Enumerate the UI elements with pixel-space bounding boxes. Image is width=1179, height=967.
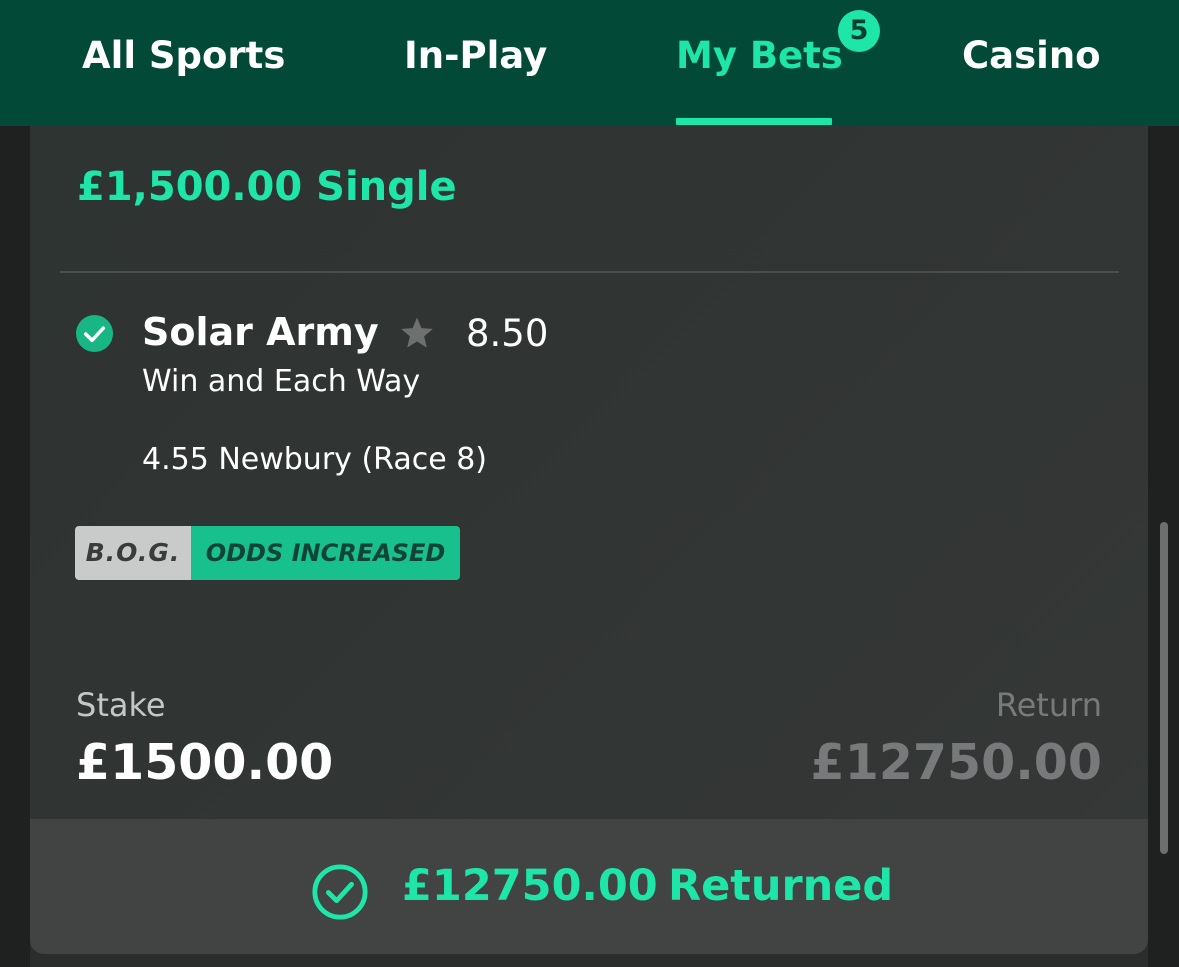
returned-amount: £12750.00	[402, 861, 658, 911]
odds-increased-label: ODDS INCREASED	[191, 526, 460, 580]
star-icon[interactable]	[398, 314, 436, 352]
event-name: 4.55 Newbury (Race 8)	[142, 442, 487, 477]
market-type: Win and Each Way	[142, 364, 421, 399]
divider	[60, 271, 1119, 273]
scrollbar[interactable]	[1160, 522, 1168, 854]
stake-value: £1500.00	[76, 734, 334, 791]
check-circle-icon	[75, 314, 114, 353]
top-navigation: All Sports In-Play My Bets 5 Casino	[0, 0, 1179, 126]
return-value: £12750.00	[810, 734, 1102, 791]
tab-my-bets[interactable]: My Bets	[676, 34, 843, 82]
page-background-left	[0, 126, 30, 967]
my-bets-count-badge: 5	[838, 10, 880, 52]
returned-label: Returned	[668, 861, 894, 911]
tab-in-play[interactable]: In-Play	[404, 34, 547, 82]
selection-name: Solar Army	[142, 310, 379, 354]
bet-title: £1,500.00 Single	[77, 164, 457, 210]
bog-badge: B.O.G. ODDS INCREASED	[75, 526, 460, 580]
active-tab-indicator	[676, 118, 832, 125]
tab-casino[interactable]: Casino	[962, 34, 1101, 82]
return-label: Return	[995, 686, 1102, 724]
bet-card[interactable]: £1,500.00 Single Solar Army 8.50 Win and…	[30, 126, 1148, 954]
selection-odds: 8.50	[466, 312, 549, 355]
stake-label: Stake	[76, 686, 166, 724]
returned-status-bar: £12750.00 Returned	[30, 819, 1148, 954]
check-circle-outline-icon	[312, 864, 368, 920]
bog-label: B.O.G.	[75, 526, 191, 580]
tab-all-sports[interactable]: All Sports	[82, 34, 285, 82]
